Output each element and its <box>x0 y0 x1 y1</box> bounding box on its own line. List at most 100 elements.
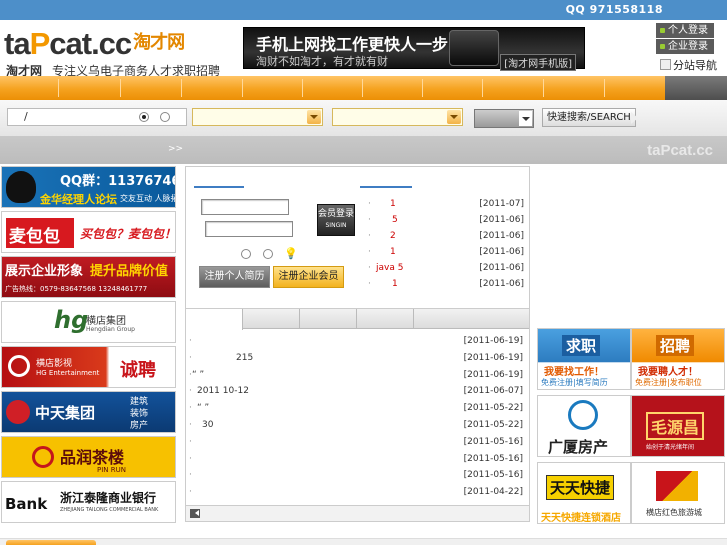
ad-job-seek[interactable]: 求职 我要找工作！ 免费注册|填写简历 <box>537 328 631 390</box>
ad-text: 我要聘人才！ <box>638 367 698 378</box>
ad-zhongtian[interactable]: 中天集团 建筑 装饰 房产 <box>1 391 176 433</box>
penguin-icon <box>6 171 36 203</box>
ad-hengdian-red-tourism[interactable]: 横店红色旅游城 <box>631 462 725 524</box>
top-bar: QQ 971558118 <box>0 0 727 20</box>
list-item[interactable]: · 2 [2011-06] <box>368 229 526 245</box>
watermark-logo: taPcat.cc <box>647 142 713 159</box>
username-input[interactable] <box>201 199 289 215</box>
category-select[interactable] <box>192 108 323 126</box>
news-title[interactable]: java 5 <box>376 263 403 273</box>
member-login-button[interactable]: 会员登录 SINGIN <box>317 204 355 236</box>
nav-separator <box>543 79 544 97</box>
article-list: · [2011-06-19] · 215 [2011-06-19] · “ ” [2011… <box>186 333 529 501</box>
item-title[interactable]: 215 <box>236 353 253 363</box>
ad-tailong-bank[interactable]: Bank 浙江泰隆商业银行 ZHEJIANG TAILONG COMMERCIA… <box>1 481 176 523</box>
phone-image <box>449 30 499 66</box>
ad-text: 品润茶楼 <box>60 448 125 467</box>
ad-text: 横店集团 <box>86 316 126 327</box>
list-item[interactable]: · 5 [2011-06] <box>368 213 526 229</box>
company-radio[interactable] <box>263 249 273 259</box>
item-title[interactable]: “ ” <box>192 370 204 380</box>
subsite-nav-label: 分站导航 <box>673 59 717 72</box>
item-title[interactable]: “ ” <box>197 403 209 413</box>
ad-text: 麦包包 <box>9 227 60 247</box>
ad-pinrun[interactable]: 品润茶楼 PIN RUN <box>1 436 176 478</box>
nav-separator <box>482 79 483 97</box>
chevron-down-icon <box>447 110 461 124</box>
register-resume-button[interactable]: 注册个人简历 <box>199 266 270 288</box>
tab-4[interactable] <box>357 309 414 329</box>
tab-3[interactable] <box>300 309 357 329</box>
ad-text: 中天集团 <box>35 404 96 422</box>
list-item[interactable]: · [2011-04-22] <box>186 484 529 501</box>
list-item[interactable]: · 30 [2011-05-22] <box>186 417 529 434</box>
news-title[interactable]: 1 <box>392 279 398 289</box>
list-item[interactable]: · [2011-05-16] <box>186 451 529 468</box>
list-item[interactable]: · 215 [2011-06-19] <box>186 350 529 367</box>
ad-brand-display[interactable]: 展示企业形象 提升品牌价值 广告热线：0579-83647568 1324846… <box>1 256 176 298</box>
tab-2[interactable] <box>243 309 300 329</box>
ad-mbaobao[interactable]: 麦包包 买包包？麦包包！ <box>1 211 176 253</box>
ad-text: 招聘 <box>656 335 695 356</box>
keyword-input[interactable]: / <box>7 108 187 126</box>
item-title[interactable]: 30 <box>202 420 213 430</box>
ad-tiantian-hotel[interactable]: 天天快捷 天天快捷连锁酒店 <box>537 462 631 524</box>
list-item[interactable]: · 1 [2011-06] <box>368 277 526 293</box>
list-item[interactable]: · “ ” [2011-05-22] <box>186 400 529 417</box>
search-type-radio-1[interactable] <box>139 112 149 122</box>
bottom-tab[interactable] <box>6 540 96 545</box>
ad-text: ZHEJIANG TAILONG COMMERCIAL BANK <box>60 507 159 513</box>
logo-cat: P <box>29 26 51 61</box>
item-date: [2011-06-19] <box>463 336 523 346</box>
password-input[interactable] <box>205 221 293 237</box>
ad-text: HG Entertainment <box>36 369 100 377</box>
news-tab-indicator <box>360 186 412 188</box>
list-item[interactable]: · [2011-06-19] <box>186 333 529 350</box>
quick-search-button[interactable]: 快速搜索/SEARCH <box>542 108 638 127</box>
list-item[interactable]: · [2011-05-16] <box>186 467 529 484</box>
item-date: [2011-05-16] <box>463 453 523 464</box>
ad-recruit[interactable]: 招聘 我要聘人才！ 免费注册|发布职位 <box>631 328 725 390</box>
ad-guangsha[interactable]: 广厦房产 <box>537 395 631 457</box>
login-tab-indicator <box>194 186 244 188</box>
area-select[interactable] <box>332 108 463 126</box>
bullet: · <box>189 352 192 363</box>
news-title[interactable]: 5 <box>392 215 398 225</box>
news-date: [2011-06] <box>479 279 524 289</box>
tab-1[interactable] <box>186 309 243 330</box>
personal-login-button[interactable]: 个人登录 <box>656 23 714 38</box>
speaker-icon[interactable] <box>190 509 200 518</box>
ad-text: QQ群：113767461 <box>60 174 175 189</box>
strip-arrow[interactable]: >> <box>168 144 183 154</box>
list-item[interactable]: · java 5 [2011-06] <box>368 261 526 277</box>
personal-radio[interactable] <box>241 249 251 259</box>
list-item[interactable]: · 2011 10-12 [2011-06-07] <box>186 383 529 400</box>
type-select[interactable] <box>474 109 534 128</box>
subsite-nav-link[interactable]: 分站导航 <box>660 57 717 73</box>
news-date: [2011-06] <box>479 263 524 273</box>
ad-text: 展示企业形象 <box>5 264 84 279</box>
item-date: [2011-04-22] <box>463 487 523 498</box>
ad-hg-entertainment[interactable]: 横店影视 HG Entertainment 诚聘 <box>1 346 176 388</box>
list-item[interactable]: · 1 [2011-06] <box>368 245 526 261</box>
ad-hengdian[interactable]: hg 横店集团 Hengdian Group <box>1 301 176 343</box>
news-title[interactable]: 2 <box>390 231 396 241</box>
list-item[interactable]: · “ ” [2011-06-19] <box>186 367 529 384</box>
bullet: · <box>368 279 371 289</box>
ad-maoyuanchang[interactable]: 毛源昌 始创于清光绪年间 <box>631 395 725 457</box>
list-item[interactable]: · 1 [2011-07] <box>368 197 526 213</box>
ad-text: PIN RUN <box>97 466 126 474</box>
news-date: [2011-06] <box>479 247 524 257</box>
site-logo[interactable]: taPcat.cc 淘才网 <box>4 26 185 62</box>
ad-qq-group[interactable]: QQ群：113767461 金华经理人论坛 交友互动 人脉拓展 <box>1 166 176 208</box>
search-type-radio-2[interactable] <box>160 112 170 122</box>
banner-line1: 手机上网找工作更快人一步 <box>256 35 449 54</box>
company-login-button[interactable]: 企业登录 <box>656 39 714 54</box>
news-title[interactable]: 1 <box>390 199 396 209</box>
mobile-banner[interactable]: 手机上网找工作更快人一步 淘财不如淘才，有才就有财 [淘才网手机版] <box>243 27 585 71</box>
news-title[interactable]: 1 <box>390 247 396 257</box>
ad-text: Hengdian Group <box>86 326 135 333</box>
item-title[interactable]: 2011 10-12 <box>197 386 249 396</box>
register-company-button[interactable]: 注册企业会员 <box>273 266 344 288</box>
list-item[interactable]: · [2011-05-16] <box>186 434 529 451</box>
